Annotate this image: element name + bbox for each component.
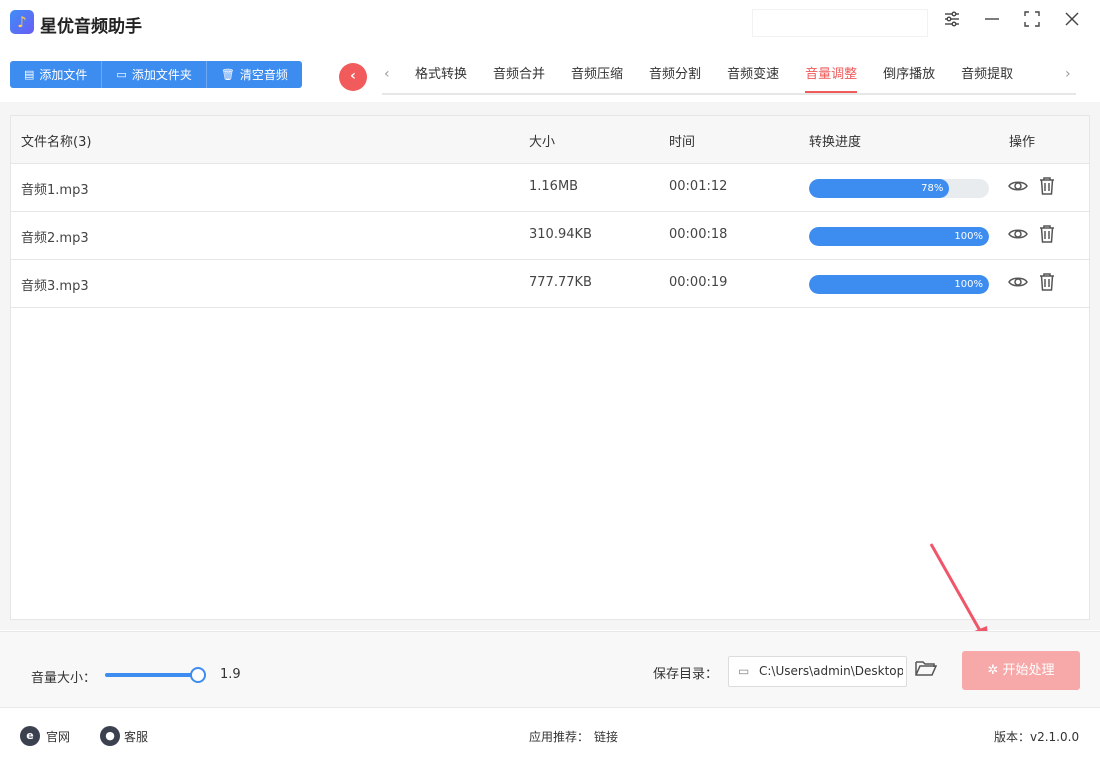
chat-bubble-icon: ● xyxy=(100,726,120,746)
save-path-input[interactable]: ▭ C:\Users\admin\Desktop xyxy=(728,656,907,687)
file-name: 音频2.mp3 xyxy=(21,231,89,246)
file-size: 1.16MB xyxy=(529,179,579,194)
file-size: 777.77KB xyxy=(529,275,592,290)
minimize-icon[interactable] xyxy=(979,10,1005,36)
start-process-button[interactable]: ✲ 开始处理 xyxy=(962,651,1080,690)
title-search-box[interactable] xyxy=(752,9,928,37)
folder-icon: ▭ xyxy=(738,664,750,678)
tab-audio-merge[interactable]: 音频合并 xyxy=(480,58,558,94)
tab-audio-extract[interactable]: 音频提取 xyxy=(948,58,1026,94)
add-file-button[interactable]: ▤ 添加文件 xyxy=(10,61,103,88)
progress-fill: 100% xyxy=(809,275,989,294)
website-link[interactable]: 官网 xyxy=(46,728,70,745)
progress-bar: 100% xyxy=(809,275,989,294)
settings-panel: 音量大小： 1.9 保存目录： ▭ C:\Users\admin\Desktop… xyxy=(0,631,1100,708)
table-row[interactable]: 音频2.mp3 310.94KB 00:00:18 100% xyxy=(11,212,1089,260)
trash-icon: 🗑 xyxy=(220,68,235,81)
tab-scroll-right-icon[interactable]: › xyxy=(1065,66,1071,82)
progress-bar: 78% xyxy=(809,179,989,198)
recommend-label: 应用推荐： xyxy=(529,730,590,744)
file-name: 音频1.mp3 xyxy=(21,183,89,198)
add-folder-button[interactable]: ▭ 添加文件夹 xyxy=(102,61,207,88)
volume-label: 音量大小： xyxy=(31,671,97,686)
add-folder-label: 添加文件夹 xyxy=(131,68,192,82)
file-duration: 00:01:12 xyxy=(669,179,728,194)
preview-eye-icon[interactable] xyxy=(1008,272,1028,297)
customer-service-link[interactable]: 客服 xyxy=(124,728,148,745)
footer: e 官网 ● 客服 应用推荐： 链接 版本：v2.1.0.0 xyxy=(0,709,1100,760)
save-path-value: C:\Users\admin\Desktop xyxy=(759,664,903,678)
volume-slider-thumb[interactable] xyxy=(190,667,206,683)
header-progress: 转换进度 xyxy=(809,135,862,150)
collapse-button[interactable]: ‹ xyxy=(339,63,367,91)
clear-audio-label: 清空音频 xyxy=(239,68,288,82)
header-file-name: 文件名称(3) xyxy=(21,135,92,150)
clear-audio-button[interactable]: 🗑 清空音频 xyxy=(206,61,302,88)
function-tabs: 格式转换 音频合并 音频压缩 音频分割 音频变速 音量调整 倒序播放 音频提取 xyxy=(402,58,1026,94)
file-duration: 00:00:19 xyxy=(669,275,728,290)
app-title: 星优音频助手 xyxy=(40,17,142,37)
add-file-label: 添加文件 xyxy=(39,68,88,82)
table-row[interactable]: 音频1.mp3 1.16MB 00:01:12 78% xyxy=(11,164,1089,212)
table-row[interactable]: 音频3.mp3 777.77KB 00:00:19 100% xyxy=(11,260,1089,308)
maximize-icon[interactable] xyxy=(1019,10,1045,36)
file-name: 音频3.mp3 xyxy=(21,279,89,294)
spinner-icon: ✲ xyxy=(987,663,1003,678)
delete-trash-icon[interactable] xyxy=(1038,176,1056,201)
volume-slider-track[interactable] xyxy=(105,673,197,677)
progress-bar: 100% xyxy=(809,227,989,246)
settings-sliders-icon[interactable] xyxy=(939,10,965,36)
tab-audio-speed[interactable]: 音频变速 xyxy=(714,58,792,94)
preview-eye-icon[interactable] xyxy=(1008,176,1028,201)
tab-volume-adjust[interactable]: 音量调整 xyxy=(792,58,870,94)
header-size: 大小 xyxy=(529,135,556,150)
tabs-divider xyxy=(382,93,1076,95)
table-header: 文件名称(3) 大小 时间 转换进度 操作 xyxy=(11,116,1089,164)
version-text: 版本：v2.1.0.0 xyxy=(994,730,1080,744)
progress-fill: 78% xyxy=(809,179,950,198)
recommend-link[interactable]: 链接 xyxy=(594,728,618,745)
file-toolbar: ▤ 添加文件 ▭ 添加文件夹 🗑 清空音频 xyxy=(10,61,302,88)
tab-reverse-play[interactable]: 倒序播放 xyxy=(870,58,948,94)
preview-eye-icon[interactable] xyxy=(1008,224,1028,249)
music-note-icon: ♪ xyxy=(10,10,34,34)
open-folder-icon[interactable] xyxy=(915,658,938,683)
save-dir-label: 保存目录： xyxy=(653,667,719,682)
file-size: 310.94KB xyxy=(529,227,592,242)
close-icon[interactable] xyxy=(1059,10,1085,36)
tab-format-convert[interactable]: 格式转换 xyxy=(402,58,480,94)
website-icon: e xyxy=(20,726,40,746)
folder-icon: ▭ xyxy=(116,68,127,81)
progress-fill: 100% xyxy=(809,227,989,246)
title-bar: ♪ 星优音频助手 xyxy=(0,0,1100,48)
delete-trash-icon[interactable] xyxy=(1038,272,1056,297)
tab-audio-compress[interactable]: 音频压缩 xyxy=(558,58,636,94)
file-duration: 00:00:18 xyxy=(669,227,728,242)
file-icon: ▤ xyxy=(24,68,35,81)
tab-audio-split[interactable]: 音频分割 xyxy=(636,58,714,94)
volume-value: 1.9 xyxy=(220,667,241,682)
header-time: 时间 xyxy=(669,135,696,150)
delete-trash-icon[interactable] xyxy=(1038,224,1056,249)
header-operations: 操作 xyxy=(1009,135,1036,150)
tab-scroll-left-icon[interactable]: ‹ xyxy=(384,66,390,82)
